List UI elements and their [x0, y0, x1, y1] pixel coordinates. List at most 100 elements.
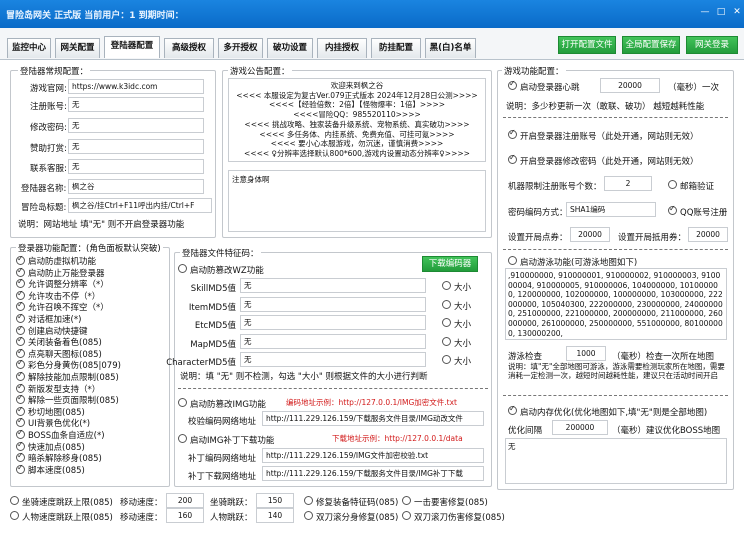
feature-checkbox[interactable] [16, 312, 25, 323]
feature-checkbox[interactable] [16, 289, 25, 300]
feature-checkbox[interactable] [16, 405, 25, 416]
char-speed-radio[interactable] [10, 511, 19, 520]
open-mile-input[interactable]: 20000 [688, 227, 728, 242]
md5-input[interactable]: 无 [240, 333, 426, 349]
change-pwd-input[interactable]: 无 [68, 118, 204, 133]
save-config-button[interactable]: 全局配置保存 [622, 36, 680, 54]
pwd-mode-label: 密码编码方式： [508, 208, 568, 218]
md5-input[interactable]: 无 [240, 352, 426, 367]
tab-gateway-config[interactable]: 网关配置 [55, 38, 100, 58]
reg-limit-checkbox[interactable] [508, 128, 517, 139]
fix-equip-radio[interactable] [304, 496, 313, 505]
swim-check-label: 游泳检查 [508, 352, 543, 362]
announce-textarea[interactable]: 欢迎来到枫之谷 <<<< 本服设定为复古Ver.079正式版本 2024年12月… [228, 78, 486, 162]
img-patch-radio[interactable] [178, 434, 187, 443]
md5-input[interactable]: 无 [240, 296, 426, 312]
feature-checkbox[interactable] [16, 463, 25, 474]
register-input[interactable]: 无 [68, 97, 204, 112]
tab-blacklist[interactable]: 黑(白)名单 [425, 38, 476, 58]
feature-label: 启动防止万能登录器 [28, 268, 105, 279]
patch-download-input[interactable]: http://111.229.126.159/下载服务文件目录/IMG补丁下载 [262, 466, 484, 481]
opt-map-text: 无 [508, 442, 516, 451]
close-icon[interactable]: ✕ [730, 6, 744, 18]
feature-checkbox[interactable] [16, 347, 25, 358]
opt-map-textarea[interactable]: 无 [505, 438, 727, 484]
feature-checkbox[interactable] [16, 382, 25, 393]
size-checkbox[interactable] [442, 355, 451, 364]
announce-title: 游戏公告配置： [228, 65, 292, 77]
pwd-mode-select[interactable]: SHA1编码 [566, 202, 656, 217]
tab-break-settings[interactable]: 破功设置 [267, 38, 313, 58]
open-config-button[interactable]: 打开配置文件 [558, 36, 616, 54]
md5-rows: SkillMD5值无大小 ItemMD5值无大小 EtcMD5值无大小 MapMD5值… [166, 278, 492, 368]
tab-anticheat[interactable]: 防挂配置 [371, 38, 421, 58]
reg-limit-label: 开启登录器注册账号（此处开通，网站则无效） [520, 132, 699, 142]
fix-dual-clone-radio[interactable] [304, 511, 313, 520]
move-speed-input-2[interactable]: 160 [166, 508, 204, 523]
maximize-icon[interactable]: □ [714, 6, 728, 18]
tab-plugin-auth[interactable]: 内挂授权 [317, 38, 367, 58]
move-speed-input-1[interactable]: 200 [166, 493, 204, 508]
md5-input[interactable]: 无 [240, 278, 426, 293]
opt-map-checkbox[interactable] [508, 404, 517, 415]
fix-crit-radio[interactable] [402, 496, 411, 505]
fix-dual-dmg-radio[interactable] [402, 511, 411, 520]
launcher-name-input[interactable]: 枫之谷 [68, 179, 204, 194]
qq-reg-checkbox[interactable] [668, 204, 677, 215]
support-input[interactable]: 无 [68, 159, 204, 174]
map-list-textarea[interactable]: ,910000000, 910000001, 910000002, 910000… [505, 268, 727, 340]
feature-label: 脚本速度(085) [28, 465, 85, 476]
notice-textarea[interactable]: 注意身体啊 [228, 170, 486, 232]
mail-verify-radio[interactable] [668, 180, 677, 189]
swim-unit: （毫秒）检查一次所在地图 [612, 352, 715, 362]
md5-input[interactable]: 无 [240, 315, 426, 330]
swim-radio[interactable] [508, 256, 517, 265]
mount-speed-radio[interactable] [10, 496, 19, 505]
feature-checkbox[interactable] [16, 440, 25, 451]
verify-url-input[interactable]: http://111.229.126.159/下载服务文件目录/IMG动改文件 [262, 411, 484, 426]
opt-interval-input[interactable]: 200000 [552, 420, 608, 435]
gateway-login-button[interactable]: 网关登录 [686, 36, 738, 54]
patch-download-label: 补丁下载网络地址 [188, 472, 257, 482]
size-checkbox[interactable] [442, 318, 451, 327]
feature-checkbox[interactable] [16, 370, 25, 381]
open-points-input[interactable]: 20000 [570, 227, 610, 242]
char-jump-input[interactable]: 140 [256, 508, 294, 523]
website-input[interactable]: https://www.k3idc.com [68, 79, 204, 94]
tab-multi-auth[interactable]: 多开授权 [218, 38, 263, 58]
md5-label: EtcMD5值 [194, 321, 236, 331]
size-checkbox[interactable] [442, 336, 451, 346]
announce-line: <<<< 多任务体、内挂系统、免费充值、可挂可氪>>>> [259, 129, 455, 139]
feature-label: UI背景色优化(*) [28, 419, 91, 430]
mount-jump-input[interactable]: 150 [256, 493, 294, 508]
tab-launcher-config[interactable]: 登陆器配置 [104, 36, 160, 58]
map-list-text: ,910000000, 910000001, 910000002, 910000… [508, 271, 723, 338]
donate-input[interactable]: 无 [68, 139, 204, 154]
tab-advanced-auth[interactable]: 高级授权 [164, 38, 214, 58]
basic-note: 说明：网站地址 填"无" 则不开启登录器功能 [18, 220, 185, 230]
machine-input[interactable]: 2 [604, 176, 652, 191]
feature-checkbox[interactable] [16, 324, 25, 335]
feature-label: 对话框加速(*) [28, 315, 82, 325]
feature-checkbox[interactable] [16, 266, 25, 277]
heartbeat-input[interactable]: 20000 [600, 78, 660, 93]
patch-code-input[interactable]: http://111.229.126.159/IMG文件加密校验.txt [262, 448, 484, 463]
announce-line: <<<<冒险QQ：985520110>>>> [293, 110, 421, 120]
size-label: 大小 [454, 338, 472, 349]
feature-checkbox[interactable] [16, 428, 25, 439]
heartbeat-checkbox[interactable] [508, 79, 517, 90]
feature-checkbox[interactable] [16, 254, 25, 265]
download-encoder-button[interactable]: 下载编码器 [422, 256, 478, 272]
size-checkbox[interactable] [442, 281, 451, 290]
verify-url-label: 校验编码网络地址 [188, 417, 257, 427]
minimize-icon[interactable]: — [698, 6, 712, 18]
wz-check-radio[interactable] [178, 264, 187, 273]
tab-monitor[interactable]: 监控中心 [7, 38, 51, 58]
open-mile-label: 设置开局抵用券： [618, 233, 687, 243]
size-checkbox[interactable] [442, 299, 451, 309]
swim-check-input[interactable]: 1000 [566, 346, 606, 361]
game-title-input[interactable]: 枫之谷/挂Ctrl+F11呼出内挂/Ctrl+F [68, 198, 212, 213]
pwd-limit-checkbox[interactable] [508, 153, 517, 164]
announce-line: <<<< 本服设定为复古Ver.079正式版本 2024年12月28日公测>>>… [236, 90, 478, 100]
img-check-radio[interactable] [178, 398, 187, 407]
